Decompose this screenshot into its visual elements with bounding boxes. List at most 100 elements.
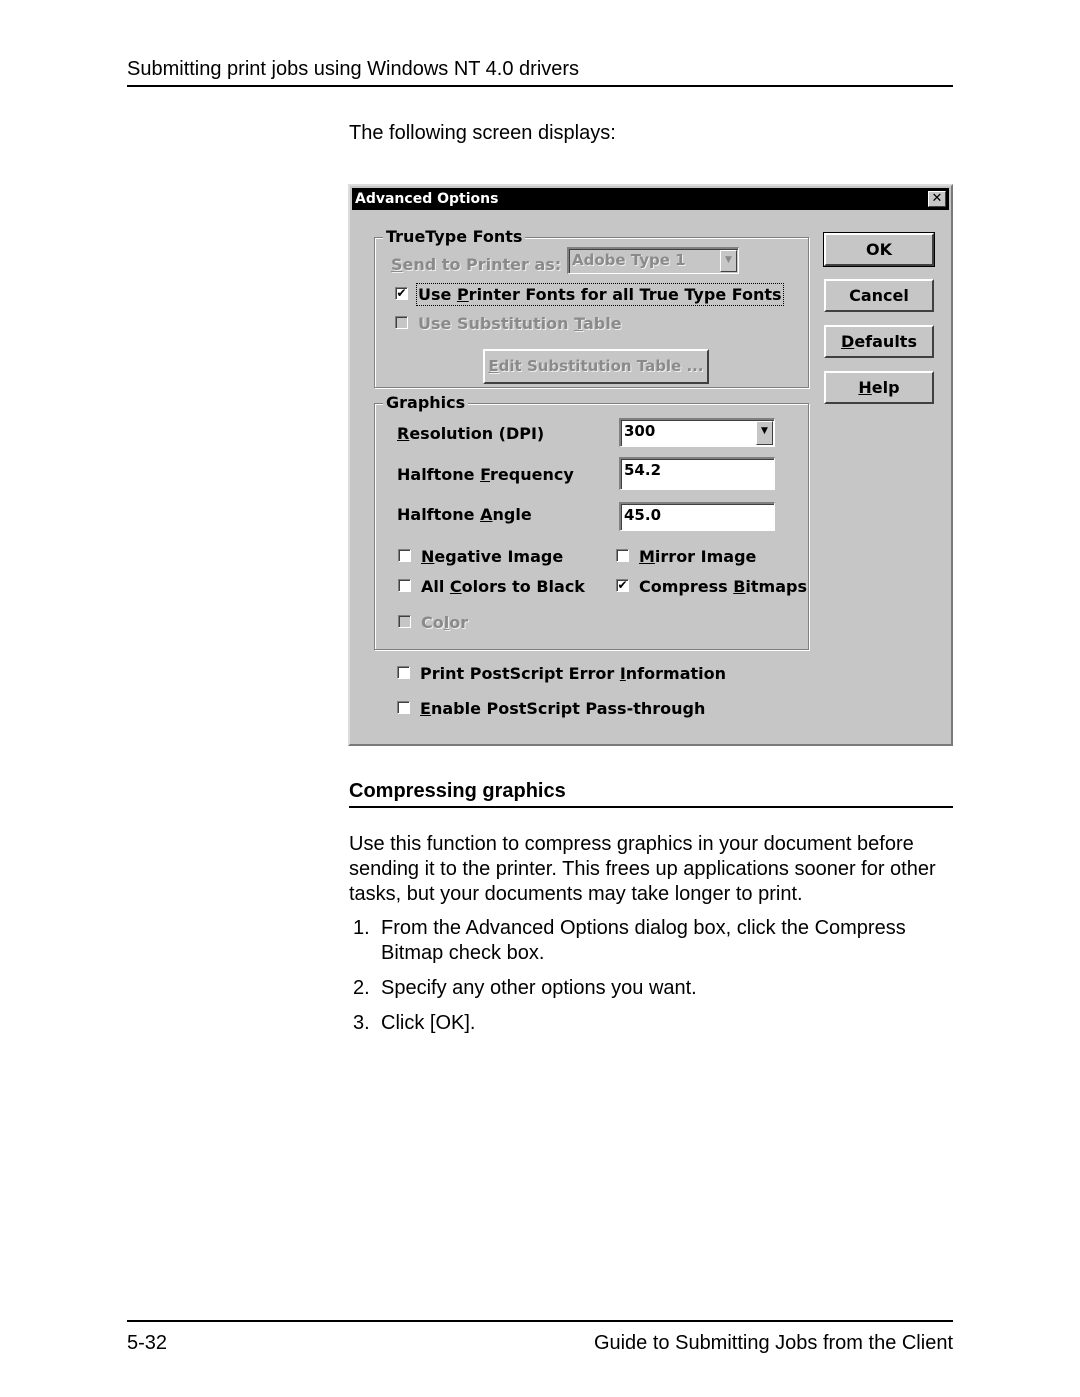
graphics-group: Graphics Resolution (DPI) 300 ▼ Halftone… bbox=[374, 393, 809, 650]
mnemonic: P bbox=[456, 285, 469, 304]
mnemonic: N bbox=[421, 547, 435, 566]
cancel-button[interactable]: Cancel bbox=[824, 279, 934, 312]
label-text: nable PostScript Pass-through bbox=[430, 699, 706, 718]
checkbox-label: Color bbox=[421, 613, 468, 632]
mnemonic: S bbox=[391, 255, 403, 274]
section-rule bbox=[349, 806, 953, 808]
input-value: 45.0 bbox=[624, 506, 662, 524]
step-number: 2. bbox=[353, 977, 370, 999]
mnemonic: F bbox=[480, 465, 490, 484]
mnemonic: B bbox=[733, 577, 746, 596]
label-text: requency bbox=[490, 465, 574, 484]
chevron-down-icon[interactable]: ▼ bbox=[720, 250, 737, 272]
checkbox-unchecked-icon[interactable] bbox=[616, 549, 629, 562]
button-label: dit Substitution Table ... bbox=[498, 357, 704, 375]
step-text: Click [OK]. bbox=[381, 1012, 476, 1034]
label-text: irror Image bbox=[654, 547, 757, 566]
halftone-angle-input[interactable]: 45.0 bbox=[619, 502, 775, 531]
mnemonic: A bbox=[480, 505, 493, 524]
checkbox-label: Compress Bitmaps bbox=[639, 577, 807, 596]
checkbox-unchecked-icon[interactable] bbox=[398, 615, 411, 628]
label-text: Halftone bbox=[397, 465, 481, 484]
halftone-angle-label: Halftone Angle bbox=[397, 505, 532, 524]
checkbox-label: Enable PostScript Pass-through bbox=[420, 699, 705, 718]
running-head: Submitting print jobs using Windows NT 4… bbox=[127, 58, 580, 80]
label-text: ngle bbox=[492, 505, 532, 524]
halftone-frequency-label: Halftone Frequency bbox=[397, 465, 574, 484]
label-text: Compress bbox=[639, 577, 734, 596]
mnemonic: M bbox=[639, 547, 655, 566]
label-text: Use Substitution bbox=[418, 314, 575, 333]
checkbox-checked-icon[interactable]: ✔ bbox=[395, 287, 408, 300]
checkbox-label: Mirror Image bbox=[639, 547, 756, 566]
checkbox-label: Print PostScript Error Information bbox=[420, 664, 726, 683]
label-text: able bbox=[582, 314, 622, 333]
button-label: elp bbox=[871, 378, 900, 397]
header-rule bbox=[127, 85, 953, 87]
mnemonic: E bbox=[488, 357, 499, 375]
resolution-select[interactable]: 300 ▼ bbox=[619, 418, 775, 447]
steps-list: 1. From the Advanced Options dialog box, … bbox=[349, 916, 959, 1046]
checkbox-label: Use Substitution Table bbox=[418, 314, 622, 333]
defaults-button[interactable]: Defaults bbox=[824, 325, 934, 358]
mnemonic: H bbox=[858, 378, 872, 397]
mnemonic: D bbox=[841, 332, 855, 351]
title-bar[interactable]: Advanced Options ✕ bbox=[352, 188, 949, 210]
checkbox-label: Use Printer Fonts for all True Type Font… bbox=[416, 283, 784, 306]
label-text: itmaps bbox=[745, 577, 807, 596]
send-to-printer-label: Send to Printer as: bbox=[391, 255, 561, 274]
input-value: 54.2 bbox=[624, 461, 662, 479]
mnemonic: E bbox=[420, 699, 431, 718]
label-text: Print PostScript Error bbox=[420, 664, 620, 683]
checkbox-unchecked-icon[interactable] bbox=[397, 701, 410, 714]
checkbox-checked-icon[interactable]: ✔ bbox=[616, 579, 629, 592]
intro-text: The following screen displays: bbox=[349, 122, 616, 144]
checkbox-label: All Colors to Black bbox=[421, 577, 585, 596]
dialog-title: Advanced Options bbox=[355, 191, 499, 207]
truetype-fonts-group: TrueType Fonts Send to Printer as: Adobe… bbox=[374, 227, 809, 388]
checkbox-unchecked-icon[interactable] bbox=[398, 579, 411, 592]
edit-substitution-table-button[interactable]: Edit Substitution Table ... bbox=[483, 349, 709, 384]
checkbox-label: Negative Image bbox=[421, 547, 563, 566]
step-number: 3. bbox=[353, 1012, 370, 1034]
mnemonic: C bbox=[449, 577, 462, 596]
label-text: egative Image bbox=[434, 547, 564, 566]
page-number: 5-32 bbox=[127, 1332, 168, 1354]
button-label: Cancel bbox=[849, 286, 909, 305]
truetype-fonts-legend: TrueType Fonts bbox=[383, 227, 526, 246]
label-text: esolution (DPI) bbox=[409, 424, 545, 443]
send-to-printer-select[interactable]: Adobe Type 1 ▼ bbox=[567, 247, 739, 274]
label-text: Use bbox=[418, 285, 457, 304]
label-text: All bbox=[421, 577, 450, 596]
step-item: 3. Click [OK]. bbox=[349, 1011, 959, 1036]
label-text: rinter Fonts for all True Type Fonts bbox=[468, 285, 782, 304]
step-item: 2. Specify any other options you want. bbox=[349, 976, 959, 1001]
select-value: 300 bbox=[624, 422, 656, 440]
footer-rule bbox=[127, 1320, 953, 1322]
step-number: 1. bbox=[353, 917, 370, 939]
checkbox-unchecked-icon[interactable] bbox=[398, 549, 411, 562]
mnemonic: T bbox=[574, 314, 583, 333]
close-button[interactable]: ✕ bbox=[928, 191, 946, 207]
halftone-frequency-input[interactable]: 54.2 bbox=[619, 457, 775, 490]
graphics-legend: Graphics bbox=[383, 393, 469, 412]
button-label: OK bbox=[866, 240, 892, 259]
body-paragraph: Use this function to compress graphics i… bbox=[349, 833, 936, 905]
resolution-label: Resolution (DPI) bbox=[397, 424, 544, 443]
book-title: Guide to Submitting Jobs from the Client bbox=[593, 1332, 953, 1354]
close-icon: ✕ bbox=[931, 191, 943, 206]
checkbox-unchecked-icon[interactable] bbox=[397, 666, 410, 679]
checkbox-unchecked-icon[interactable] bbox=[395, 316, 408, 329]
label-text: end to Printer as: bbox=[402, 255, 562, 274]
help-button[interactable]: Help bbox=[824, 371, 934, 404]
ok-button[interactable]: OK bbox=[823, 232, 935, 267]
label-text: Co bbox=[421, 613, 444, 632]
select-value: Adobe Type 1 bbox=[572, 251, 686, 269]
step-text: Specify any other options you want. bbox=[381, 977, 697, 999]
label-text: Halftone bbox=[397, 505, 481, 524]
step-item: 1. From the Advanced Options dialog box, … bbox=[349, 916, 959, 966]
label-text: olors to Black bbox=[461, 577, 585, 596]
advanced-options-dialog: Advanced Options ✕ TrueType Fonts Send t… bbox=[348, 184, 953, 746]
chevron-down-icon[interactable]: ▼ bbox=[756, 421, 773, 445]
step-text: From the Advanced Options dialog box, cl… bbox=[381, 917, 906, 964]
